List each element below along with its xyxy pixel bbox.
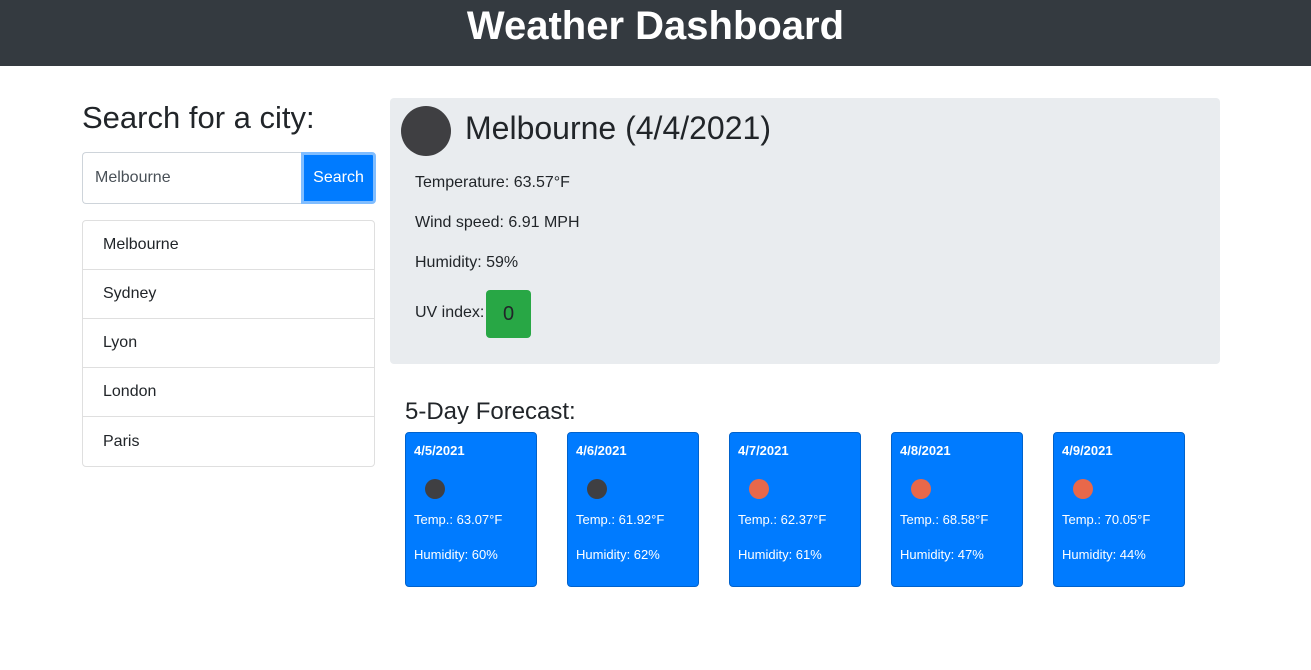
forecast-heading: 5-Day Forecast:	[405, 398, 576, 425]
forecast-temp: Temp.: 63.07°F	[414, 512, 503, 527]
forecast-card: 4/5/2021 Temp.: 63.07°F Humidity: 60%	[405, 432, 537, 587]
history-item[interactable]: Paris	[83, 417, 374, 466]
forecast-humidity: Humidity: 62%	[576, 547, 660, 562]
sun-icon	[911, 479, 931, 499]
forecast-date: 4/8/2021	[900, 443, 951, 458]
search-group: Search	[82, 152, 376, 204]
current-humidity: Humidity: 59%	[415, 254, 519, 271]
forecast-date: 4/7/2021	[738, 443, 789, 458]
forecast-temp: Temp.: 62.37°F	[738, 512, 827, 527]
current-wind-speed: Wind speed: 6.91 MPH	[415, 214, 580, 231]
forecast-temp: Temp.: 68.58°F	[900, 512, 989, 527]
uv-index-badge: 0	[486, 290, 531, 338]
forecast-temp: Temp.: 61.92°F	[576, 512, 665, 527]
uv-index-label: UV index:	[415, 304, 485, 321]
search-heading: Search for a city:	[82, 100, 315, 135]
search-button[interactable]: Search	[301, 152, 376, 204]
forecast-card: 4/7/2021 Temp.: 62.37°F Humidity: 61%	[729, 432, 861, 587]
forecast-humidity: Humidity: 47%	[900, 547, 984, 562]
forecast-humidity: Humidity: 44%	[1062, 547, 1146, 562]
forecast-card: 4/9/2021 Temp.: 70.05°F Humidity: 44%	[1053, 432, 1185, 587]
forecast-card: 4/6/2021 Temp.: 61.92°F Humidity: 62%	[567, 432, 699, 587]
city-search-input[interactable]	[82, 152, 301, 204]
forecast-card: 4/8/2021 Temp.: 68.58°F Humidity: 47%	[891, 432, 1023, 587]
cloud-icon	[401, 106, 451, 156]
forecast-humidity: Humidity: 61%	[738, 547, 822, 562]
history-item[interactable]: Lyon	[83, 319, 374, 368]
sun-icon	[749, 479, 769, 499]
app-header: Weather Dashboard	[0, 0, 1311, 66]
forecast-date: 4/5/2021	[414, 443, 465, 458]
page-title: Weather Dashboard	[466, 4, 845, 48]
cloud-icon	[425, 479, 445, 499]
history-item[interactable]: London	[83, 368, 374, 417]
current-city-title: Melbourne (4/4/2021)	[465, 110, 771, 146]
current-temperature: Temperature: 63.57°F	[415, 174, 570, 191]
forecast-date: 4/6/2021	[576, 443, 627, 458]
forecast-humidity: Humidity: 60%	[414, 547, 498, 562]
cloud-icon	[587, 479, 607, 499]
history-item[interactable]: Sydney	[83, 270, 374, 319]
current-weather-card: Melbourne (4/4/2021) Temperature: 63.57°…	[390, 98, 1220, 364]
forecast-date: 4/9/2021	[1062, 443, 1113, 458]
sun-icon	[1073, 479, 1093, 499]
forecast-temp: Temp.: 70.05°F	[1062, 512, 1151, 527]
history-item[interactable]: Melbourne	[83, 221, 374, 270]
search-history-list: Melbourne Sydney Lyon London Paris	[82, 220, 375, 467]
